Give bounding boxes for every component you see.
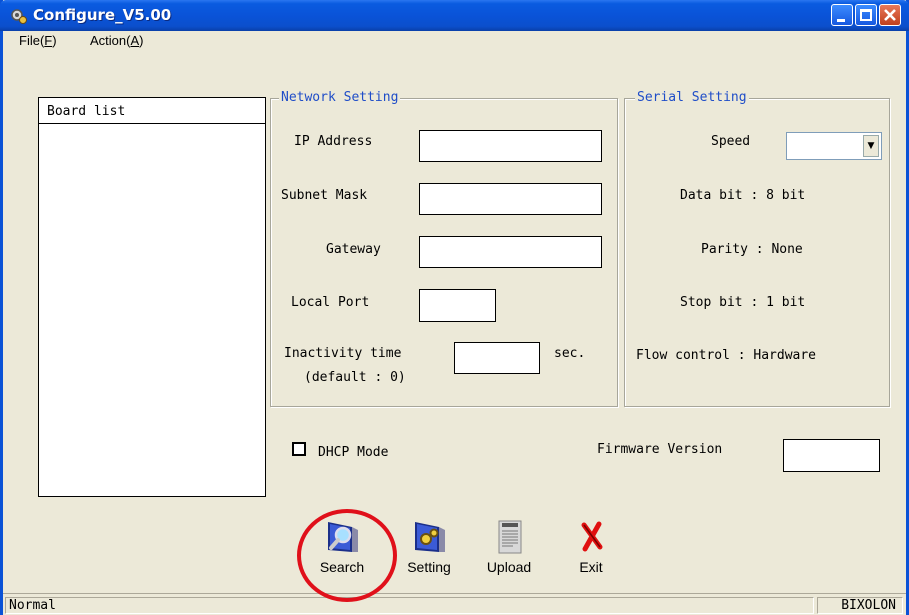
subnet-mask-input[interactable]	[419, 183, 602, 215]
inactivity-time-input[interactable]	[454, 342, 540, 374]
board-list[interactable]: Board list	[38, 97, 266, 497]
maximize-button[interactable]	[855, 4, 877, 26]
network-setting-title: Network Setting	[279, 90, 401, 105]
minimize-icon	[837, 19, 845, 22]
highlight-circle	[297, 509, 397, 602]
inactivity-unit-label: sec.	[554, 346, 586, 361]
setting-button-label: Setting	[407, 559, 451, 575]
speed-label: Speed	[711, 134, 751, 149]
local-port-input[interactable]	[419, 289, 496, 322]
title-bar[interactable]: Configure_V5.00	[0, 0, 909, 31]
dhcp-label: DHCP Mode	[318, 445, 389, 460]
upload-icon	[498, 520, 522, 554]
inactivity-default-label: (default : 0)	[304, 370, 406, 385]
dhcp-checkbox[interactable]	[292, 442, 306, 456]
board-list-header: Board list	[39, 98, 265, 124]
ip-address-input[interactable]	[419, 130, 602, 162]
client-area: Board list Network Setting IP Address Su…	[8, 52, 901, 593]
setting-button[interactable]: Setting	[397, 497, 461, 577]
exit-button-label: Exit	[579, 559, 603, 575]
gateway-input[interactable]	[419, 236, 602, 268]
data-bit-label: Data bit : 8 bit	[680, 188, 806, 203]
status-bar: Normal BIXOLON	[3, 593, 906, 615]
status-text: Normal	[5, 597, 814, 614]
maximize-icon	[860, 9, 872, 21]
dropdown-arrow-icon[interactable]: ▼	[863, 135, 879, 157]
firmware-version-label: Firmware Version	[597, 442, 723, 457]
close-icon	[884, 9, 896, 21]
serial-setting-title: Serial Setting	[635, 90, 749, 105]
subnet-mask-label: Subnet Mask	[281, 188, 368, 203]
parity-label: Parity : None	[701, 242, 803, 257]
close-button[interactable]	[879, 4, 901, 26]
window-title: Configure_V5.00	[33, 6, 172, 24]
exit-icon	[581, 521, 603, 552]
minimize-button[interactable]	[831, 4, 853, 26]
local-port-label: Local Port	[291, 295, 370, 310]
ip-address-label: IP Address	[294, 134, 373, 149]
status-brand: BIXOLON	[817, 597, 903, 614]
speed-select[interactable]: ▼	[786, 132, 882, 160]
flow-control-label: Flow control : Hardware	[636, 348, 817, 363]
firmware-version-field	[783, 439, 880, 472]
inactivity-time-label: Inactivity time	[284, 346, 402, 361]
exit-button[interactable]: Exit	[559, 497, 623, 577]
menu-action[interactable]: Action(A)	[90, 33, 143, 48]
upload-button-label: Upload	[486, 559, 532, 575]
menu-file[interactable]: File(F)	[19, 33, 57, 48]
gateway-label: Gateway	[326, 242, 381, 257]
gear-icon	[11, 9, 27, 24]
setting-icon	[415, 522, 445, 552]
upload-button[interactable]: Upload	[477, 497, 541, 577]
main-window: Configure_V5.00 File(F) Action(A) Board …	[0, 0, 909, 615]
stop-bit-label: Stop bit : 1 bit	[680, 295, 806, 310]
menu-bar: File(F) Action(A)	[3, 31, 906, 52]
